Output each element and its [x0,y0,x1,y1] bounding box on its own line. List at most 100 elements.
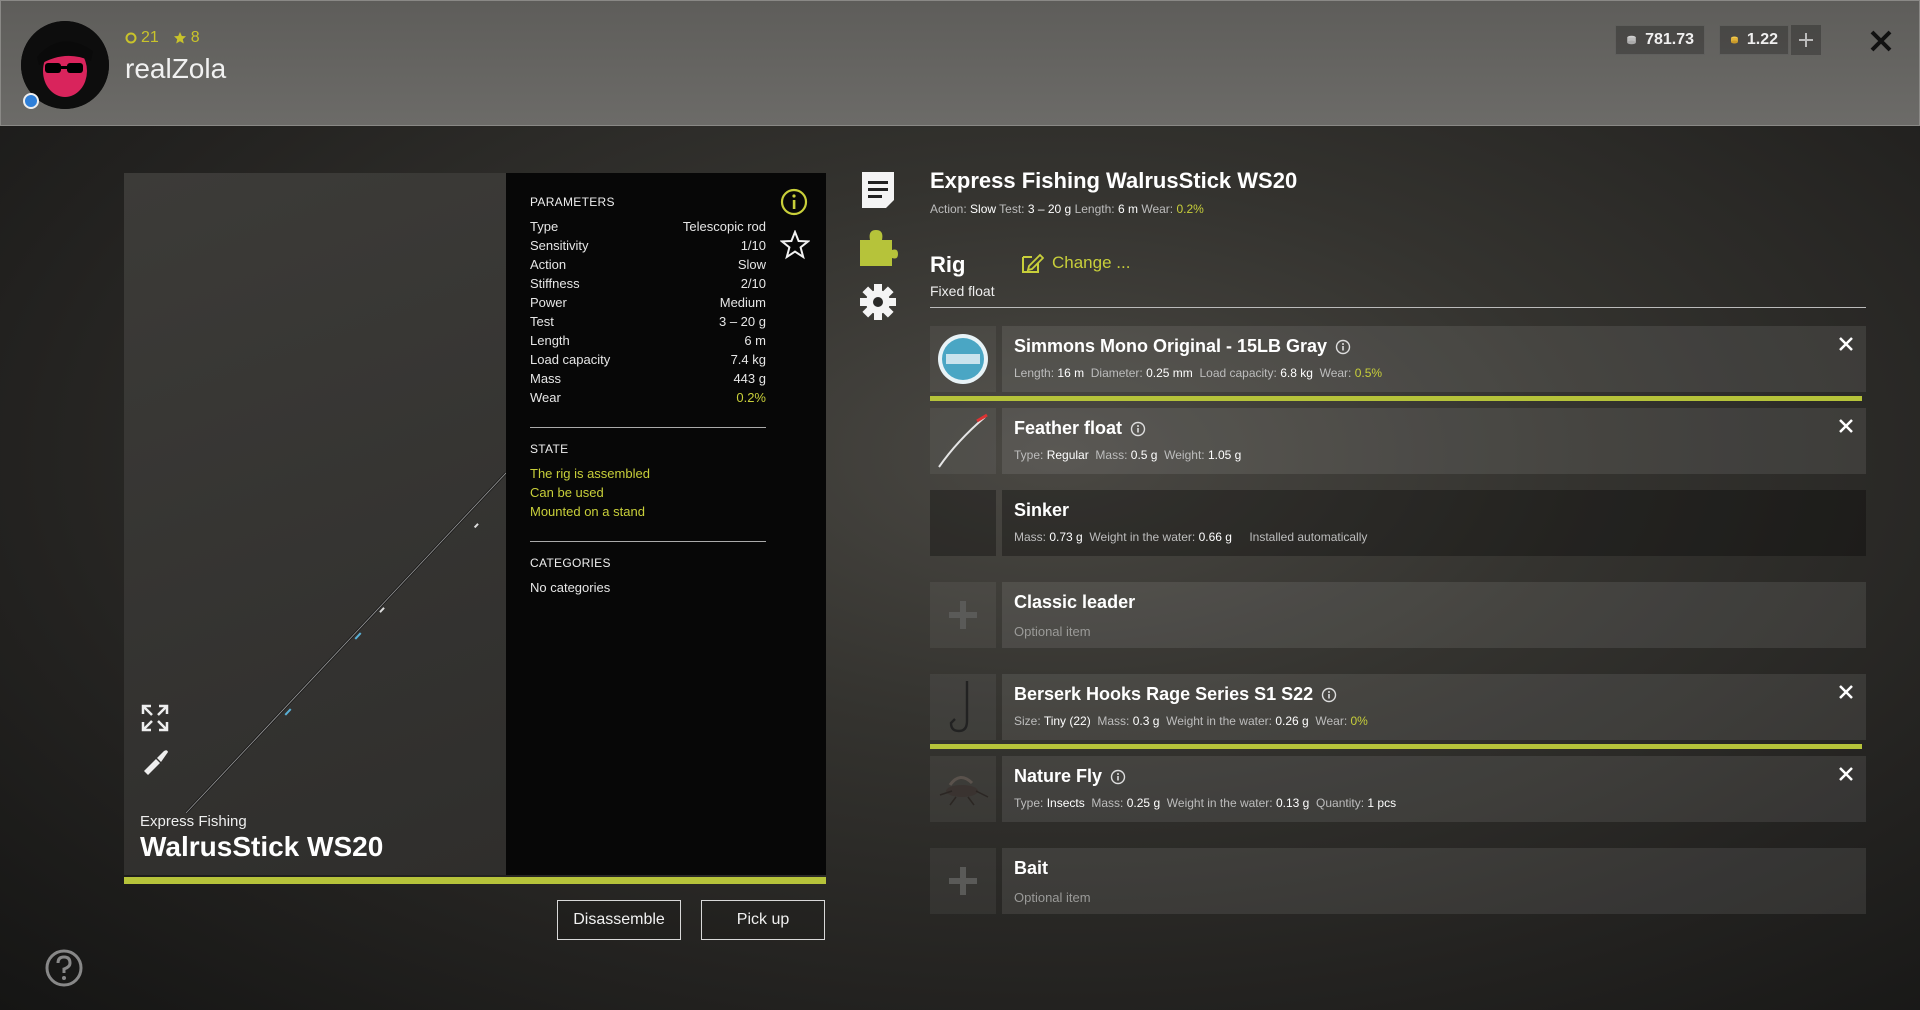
leader-details: Classic leader Optional item [1002,582,1866,648]
param-label: Stiffness [530,276,580,291]
hook-name: Berserk Hooks Rage Series S1 S22 [1014,684,1314,704]
add-currency-button[interactable] [1791,25,1821,55]
parameters-panel: PARAMETERS Type Telescopic rod Sensitivit… [506,173,826,875]
param-row: Test 3 – 20 g [530,312,766,331]
rank-value: 8 [190,29,200,46]
hook-icon [949,681,969,733]
spec-label: Length: [1014,366,1055,380]
param-value: Medium [719,295,766,310]
add-item-plus-icon [949,601,977,629]
tab-settings-gear-icon[interactable] [858,282,898,322]
favorite-star-icon[interactable] [779,229,811,260]
param-value: 3 – 20 g [719,314,766,329]
spec-value-wear: 0.5% [1354,366,1383,380]
rig-slot-hook[interactable]: Berserk Hooks Rage Series S1 S22 Size: T… [930,674,1866,740]
param-row: Mass 443 g [530,369,766,388]
close-button[interactable] [1865,25,1897,57]
fly-insect-icon [939,776,989,806]
leader-add-thumbnail[interactable] [930,582,996,648]
float-specs: Type: Regular Mass: 0.5 g Weight: 1.05 g [1014,448,1241,462]
tab-rig-puzzle-icon[interactable] [858,226,898,266]
fly-details: Nature Fly Type: Insects Mass: 0.25 g We… [1002,756,1866,822]
spec-value: 0.25 g [1126,796,1161,810]
spec-value: Insects [1046,796,1085,810]
paint-brush-icon[interactable] [140,745,170,775]
rig-slot-leader[interactable]: Classic leader Optional item [930,582,1866,648]
change-rig-button[interactable]: Change ... [1020,252,1130,274]
line-thumbnail [930,326,996,392]
rig-divider [930,307,1866,308]
gold-value: 1.22 [1746,31,1778,48]
online-badge [23,93,39,109]
rig-slot-float[interactable]: Feather float Type: Regular Mass: 0.5 g … [930,408,1866,474]
info-icon[interactable] [780,188,808,216]
expand-icon[interactable] [140,703,170,733]
rod-image [185,472,506,814]
test-value: 3 – 20 g [1027,202,1072,216]
param-value: 7.4 kg [730,352,766,367]
silver-balance[interactable]: 781.73 [1615,25,1705,55]
spec-value: 0.73 g [1049,530,1083,544]
hook-specs: Size: Tiny (22) Mass: 0.3 g Weight in th… [1014,714,1368,728]
remove-float-icon[interactable] [1838,418,1854,434]
test-label: Test: [999,202,1025,216]
spec-value: Tiny (22) [1043,714,1091,728]
info-icon[interactable] [1130,421,1146,437]
rig-slot-bait[interactable]: Bait Optional item [930,848,1866,914]
param-label: Power [530,295,567,310]
param-label: Mass [530,371,562,386]
float-name: Feather float [1014,418,1123,438]
spec-label: Size: [1014,714,1041,728]
rank-stat: 8 [173,29,200,47]
remove-line-icon[interactable] [1838,336,1854,352]
categories-title: CATEGORIES [530,556,611,570]
help-icon[interactable] [44,948,84,988]
spec-value: Regular [1046,448,1089,462]
rod-model: WalrusStick WS20 [140,831,384,862]
fly-name: Nature Fly [1014,766,1103,786]
remove-hook-icon[interactable] [1838,684,1854,700]
leader-name-row: Classic leader [1014,592,1135,613]
add-item-plus-icon [949,867,977,895]
hook-details: Berserk Hooks Rage Series S1 S22 Size: T… [1002,674,1866,740]
feather-float-icon [938,413,988,468]
rig-slot-sinker[interactable]: Sinker Mass: 0.73 g Weight in the water:… [930,490,1866,556]
bait-add-thumbnail[interactable] [930,848,996,914]
spec-value: 0.66 g [1198,530,1232,544]
param-label: Length [530,333,570,348]
spec-label: Mass: [1091,796,1124,810]
tab-description-icon[interactable] [858,170,898,210]
edit-icon [1022,253,1044,273]
info-icon[interactable] [1321,687,1337,703]
bait-details: Bait Optional item [1002,848,1866,914]
fly-thumbnail [930,756,996,822]
rig-slot-line[interactable]: Simmons Mono Original - 15LB Gray Length… [930,326,1866,392]
spec-value: 6.8 kg [1280,366,1313,380]
disassemble-button[interactable]: Disassemble [557,900,681,940]
spec-value: 0.26 g [1275,714,1309,728]
top-bar: 21 8 realZola 781.73 1.22 [0,0,1920,126]
pick-up-button[interactable]: Pick up [701,900,825,940]
rig-slot-lure[interactable]: Nature Fly Type: Insects Mass: 0.25 g We… [930,756,1866,822]
float-thumbnail [930,408,996,474]
spec-value-wear: 0% [1350,714,1368,728]
level-stat: 21 [125,29,159,47]
categories-value: No categories [530,580,611,595]
param-label: Load capacity [530,352,611,367]
info-icon[interactable] [1335,339,1351,355]
remove-fly-icon[interactable] [1838,766,1854,782]
spec-label: Mass: [1014,530,1047,544]
leader-name: Classic leader [1014,592,1136,612]
spec-label: Type: [1014,448,1044,462]
spec-label: Mass: [1097,714,1130,728]
item-title: Express Fishing WalrusStick WS20 [930,168,1298,193]
param-value: Slow [737,257,766,272]
gold-balance[interactable]: 1.22 [1719,25,1789,55]
info-icon[interactable] [1110,769,1126,785]
spec-label: Weight: [1164,448,1205,462]
spec-value: 0.25 mm [1146,366,1193,380]
spec-label: Weight in the water: [1166,796,1273,810]
line-wear-bar [930,396,1862,401]
divider [530,541,766,542]
leader-optional: Optional item [1014,624,1091,639]
